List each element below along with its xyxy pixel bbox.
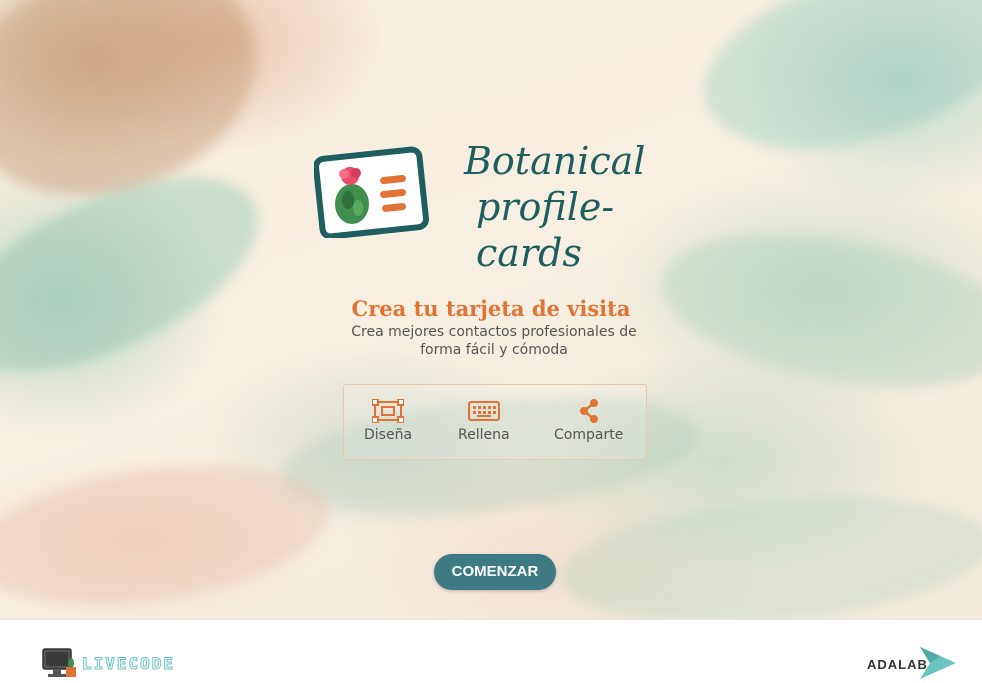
step-design: Diseña xyxy=(364,399,412,443)
design-icon xyxy=(372,399,405,423)
start-button[interactable]: COMENZAR xyxy=(434,554,556,590)
share-icon xyxy=(579,399,598,423)
livecode-logo-icon xyxy=(42,648,76,677)
step-fill: Rellena xyxy=(458,399,510,443)
footer: LIVECODE ADALAB xyxy=(0,619,982,683)
adalab-arrow-icon xyxy=(920,647,956,679)
page-subtitle: Crea mejores contactos profesionales de … xyxy=(351,324,637,358)
brand-title: Botanical profile-cards xyxy=(464,138,704,275)
step-label: Diseña xyxy=(364,427,413,443)
livecode-wordmark[interactable]: LIVECODE xyxy=(81,654,175,674)
brand-title-line1: Botanical xyxy=(464,139,646,183)
brand-logo: Botanical profile-cards xyxy=(314,138,684,275)
step-label: Rellena xyxy=(458,427,510,443)
keyboard-icon xyxy=(467,401,500,421)
step-share: Comparte xyxy=(554,399,623,443)
page-headline: Crea tu tarjeta de visita xyxy=(351,296,631,321)
step-label: Comparte xyxy=(554,427,624,443)
brand-title-line2: profile-cards xyxy=(476,185,615,275)
cactus-card-icon xyxy=(314,146,429,238)
steps-panel: Diseña Rellena Comparte xyxy=(343,384,647,460)
